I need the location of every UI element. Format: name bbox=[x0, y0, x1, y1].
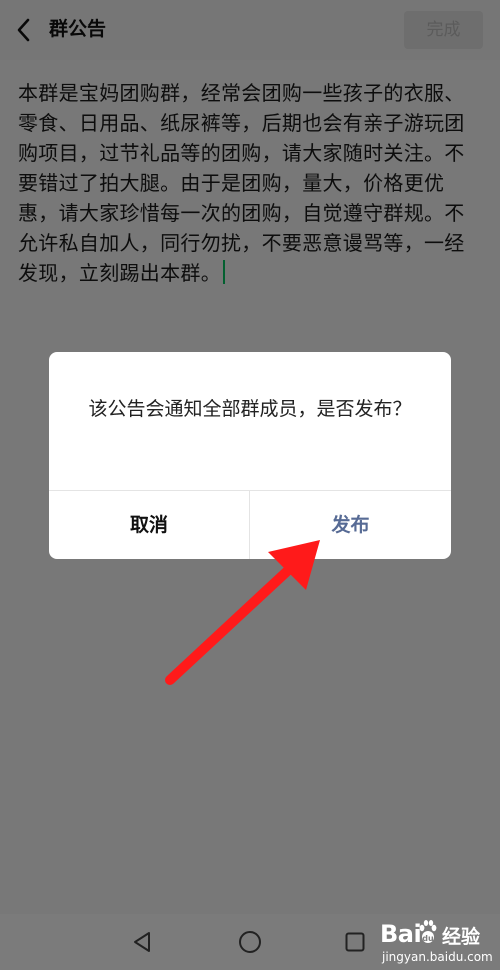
watermark-url: jingyan.baidu.com bbox=[382, 950, 493, 964]
watermark-logo-text: Bai bbox=[380, 920, 422, 948]
dialog-message: 该公告会通知全部群成员，是否发布？ bbox=[88, 398, 412, 420]
svg-text:du: du bbox=[422, 934, 434, 943]
baidu-jingyan-watermark: Bai du 经验 jingyan.baidu.com bbox=[380, 916, 498, 968]
baidu-paw-icon: du bbox=[419, 920, 437, 943]
watermark-jingyan-text: 经验 bbox=[442, 926, 481, 948]
publish-confirm-dialog: 该公告会通知全部群成员，是否发布？ 取消 发布 bbox=[49, 352, 451, 559]
cancel-button[interactable]: 取消 bbox=[49, 491, 249, 559]
publish-button[interactable]: 发布 bbox=[250, 491, 451, 559]
